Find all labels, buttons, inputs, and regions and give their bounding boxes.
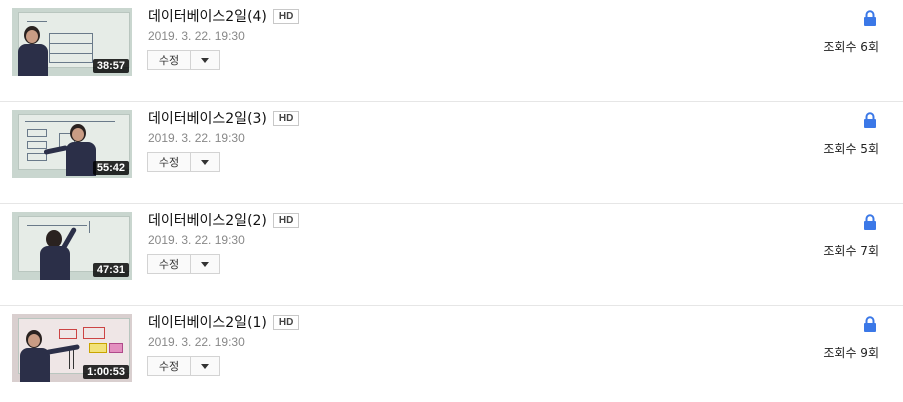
hd-badge: HD: [272, 8, 300, 24]
video-row: 47:31 데이터베이스2일(2) HD 2019. 3. 22. 19:30 …: [0, 204, 903, 306]
view-count: 조회수 7회: [823, 244, 879, 258]
video-thumbnail[interactable]: 47:31: [12, 212, 132, 280]
lock-icon[interactable]: [863, 112, 877, 128]
edit-button[interactable]: 수정: [147, 254, 191, 274]
more-options-dropdown[interactable]: [191, 50, 220, 70]
chevron-down-icon: [201, 363, 209, 369]
hd-badge: HD: [272, 212, 300, 228]
hd-badge: HD: [272, 314, 300, 330]
video-title[interactable]: 데이터베이스2일(2): [148, 210, 267, 230]
lock-icon[interactable]: [863, 214, 877, 230]
video-thumbnail[interactable]: 55:42: [12, 110, 132, 178]
upload-date: 2019. 3. 22. 19:30: [148, 29, 245, 43]
upload-date: 2019. 3. 22. 19:30: [148, 131, 245, 145]
video-thumbnail[interactable]: 38:57: [12, 8, 132, 76]
edit-button[interactable]: 수정: [147, 50, 191, 70]
upload-date: 2019. 3. 22. 19:30: [148, 335, 245, 349]
view-count: 조회수 6회: [823, 40, 879, 54]
video-title[interactable]: 데이터베이스2일(1): [148, 312, 267, 332]
chevron-down-icon: [201, 261, 209, 267]
duration-badge: 38:57: [92, 59, 129, 73]
upload-date: 2019. 3. 22. 19:30: [148, 233, 245, 247]
more-options-dropdown[interactable]: [191, 152, 220, 172]
lock-icon[interactable]: [863, 10, 877, 26]
chevron-down-icon: [201, 57, 209, 63]
duration-badge: 1:00:53: [83, 365, 129, 379]
video-title[interactable]: 데이터베이스2일(3): [148, 108, 267, 128]
view-count: 조회수 5회: [823, 142, 879, 156]
hd-badge: HD: [272, 110, 300, 126]
video-thumbnail[interactable]: 1:00:53: [12, 314, 132, 382]
video-row: 1:00:53 데이터베이스2일(1) HD 2019. 3. 22. 19:3…: [0, 306, 903, 402]
more-options-dropdown[interactable]: [191, 254, 220, 274]
duration-badge: 47:31: [92, 263, 129, 277]
edit-button[interactable]: 수정: [147, 152, 191, 172]
view-count: 조회수 9회: [823, 346, 879, 360]
video-title[interactable]: 데이터베이스2일(4): [148, 6, 267, 26]
video-row: 38:57 데이터베이스2일(4) HD 2019. 3. 22. 19:30 …: [0, 0, 903, 102]
lock-icon[interactable]: [863, 316, 877, 332]
more-options-dropdown[interactable]: [191, 356, 220, 376]
edit-button[interactable]: 수정: [147, 356, 191, 376]
video-row: 55:42 데이터베이스2일(3) HD 2019. 3. 22. 19:30 …: [0, 102, 903, 204]
duration-badge: 55:42: [92, 161, 129, 175]
chevron-down-icon: [201, 159, 209, 165]
video-list: 38:57 데이터베이스2일(4) HD 2019. 3. 22. 19:30 …: [0, 0, 903, 402]
